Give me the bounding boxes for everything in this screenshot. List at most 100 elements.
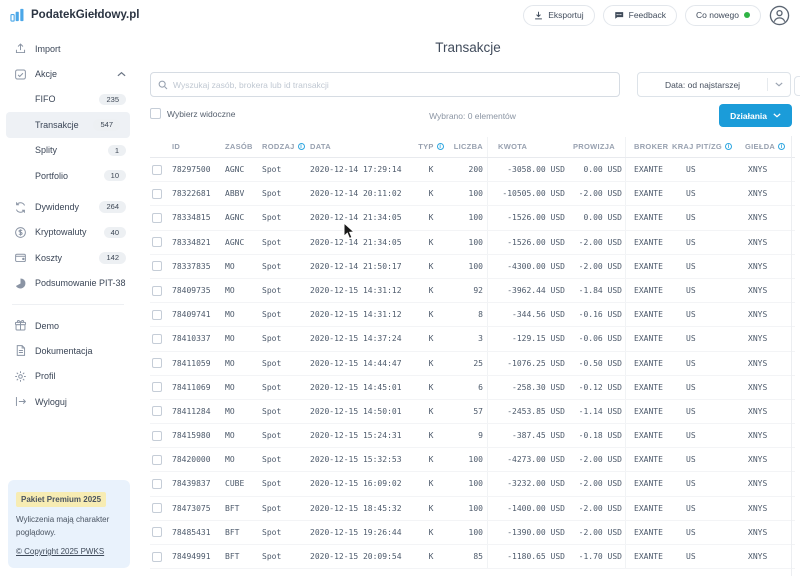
cell-kraj-pit-zg: US — [670, 206, 738, 229]
cell-gie-da: XNYS — [738, 255, 795, 278]
chevron-down-icon — [773, 113, 781, 118]
user-avatar[interactable] — [769, 5, 790, 26]
sidebar-item-podsumowanie-pit38[interactable]: Podsumowanie PIT-38 — [0, 271, 136, 296]
column-header-rodzaj[interactable]: RODZAJi — [258, 137, 305, 157]
search-input[interactable] — [173, 80, 612, 90]
cell-gie-da: XNYS — [738, 545, 795, 568]
info-icon[interactable]: i — [725, 143, 732, 150]
row-checkbox[interactable] — [152, 431, 162, 441]
cell-liczba: 85 — [447, 545, 487, 568]
cell-rodzaj: Spot — [258, 400, 305, 423]
row-checkbox[interactable] — [152, 527, 162, 537]
actions-button[interactable]: Działania — [719, 104, 792, 127]
cell-data: 2020-12-15 15:32:53 — [305, 448, 415, 471]
column-header-typ[interactable]: TYPi — [415, 137, 447, 157]
select-visible-control[interactable]: Wybierz widoczne — [150, 108, 235, 119]
cell-data: 2020-12-15 19:26:44 — [305, 521, 415, 544]
select-visible-checkbox[interactable] — [150, 108, 161, 119]
table-row: 78322681ABBVSpot2020-12-14 20:11:02K100-… — [150, 182, 795, 206]
scrollbar-track[interactable] — [791, 136, 792, 576]
cell-kwota: -3232.00 USD — [487, 472, 570, 495]
copyright-link[interactable]: © Copyright 2025 PWKS — [16, 547, 104, 556]
row-checkbox[interactable] — [152, 189, 162, 199]
sidebar-item-wyloguj[interactable]: Wyloguj — [0, 389, 136, 414]
cell-rodzaj: Spot — [258, 424, 305, 447]
cell-kraj-pit-zg: US — [670, 376, 738, 399]
row-checkbox[interactable] — [152, 310, 162, 320]
column-header-liczba[interactable]: LICZBA — [447, 137, 487, 157]
cell-liczba: 100 — [447, 255, 487, 278]
count-badge: 10 — [104, 170, 126, 182]
sidebar: Import Akcje FIFO 235 Transakcje 547 S — [0, 30, 136, 578]
cell-typ: K — [415, 255, 447, 278]
sidebar-item-fifo[interactable]: FIFO 235 — [0, 87, 136, 112]
sidebar-item-transakcje[interactable]: Transakcje 547 — [6, 112, 130, 137]
table-row: 78409735MOSpot2020-12-15 14:31:12K92-396… — [150, 279, 795, 303]
cell-broker: EXANTE — [625, 448, 670, 471]
column-header-prowizja[interactable]: PROWIZJA — [570, 137, 625, 157]
cell-typ: K — [415, 231, 447, 254]
sort-dropdown-value: Data: od najstarszej — [638, 80, 767, 90]
cell-kwota: -258.30 USD — [487, 376, 570, 399]
row-checkbox[interactable] — [152, 503, 162, 513]
sidebar-item-kryptowaluty[interactable]: Kryptowaluty 40 — [0, 220, 136, 245]
cell-rodzaj: Spot — [258, 158, 305, 181]
column-header-kwota[interactable]: KWOTA — [487, 137, 570, 157]
sidebar-item-portfolio[interactable]: Portfolio 10 — [0, 163, 136, 188]
cell-prowizja: -0.16 USD — [570, 303, 625, 326]
row-checkbox[interactable] — [152, 237, 162, 247]
table-row: 78337835MOSpot2020-12-14 21:50:17K100-43… — [150, 255, 795, 279]
cell-prowizja: -1.70 USD — [570, 545, 625, 568]
sidebar-item-akcje[interactable]: Akcje — [0, 61, 136, 86]
info-icon[interactable]: i — [298, 143, 305, 150]
sidebar-item-dokumentacja[interactable]: Dokumentacja — [0, 338, 136, 363]
sidebar-item-dywidendy[interactable]: Dywidendy 264 — [0, 194, 136, 219]
row-checkbox[interactable] — [152, 261, 162, 271]
row-checkbox[interactable] — [152, 406, 162, 416]
cell-rodzaj: Spot — [258, 545, 305, 568]
cell-data: 2020-12-15 18:45:32 — [305, 497, 415, 520]
cutoff-dropdown-fragment — [794, 76, 800, 96]
download-icon — [534, 11, 543, 20]
main-content: Transakcje Data: od najstarszej Wybrano:… — [136, 30, 800, 578]
cell-zas-b: MO — [222, 303, 258, 326]
wallet-icon — [14, 251, 27, 264]
app-logo[interactable]: PodatekGiełdowy.pl — [10, 8, 139, 22]
column-header-gie-da[interactable]: GIEŁDAi — [738, 137, 795, 157]
table-row: 78420000MOSpot2020-12-15 15:32:53K100-42… — [150, 448, 795, 472]
cell-gie-da: XNYS — [738, 231, 795, 254]
row-checkbox[interactable] — [152, 213, 162, 223]
rotate-icon — [14, 201, 27, 214]
column-header-data[interactable]: DATA — [305, 137, 415, 157]
info-icon[interactable]: i — [437, 143, 444, 150]
column-header-id[interactable]: ID — [170, 137, 222, 157]
row-checkbox[interactable] — [152, 334, 162, 344]
sidebar-item-demo[interactable]: Demo — [0, 313, 136, 338]
row-checkbox[interactable] — [152, 358, 162, 368]
row-checkbox[interactable] — [152, 165, 162, 175]
cell-kwota: -344.56 USD — [487, 303, 570, 326]
row-checkbox[interactable] — [152, 455, 162, 465]
cell-id: 78410337 — [170, 327, 222, 350]
row-checkbox[interactable] — [152, 382, 162, 392]
column-header-zas-b[interactable]: ZASÓB — [222, 137, 258, 157]
feedback-button[interactable]: Feedback — [603, 5, 677, 26]
column-header-broker[interactable]: BROKER — [625, 137, 670, 157]
cell-kraj-pit-zg: US — [670, 158, 738, 181]
row-checkbox[interactable] — [152, 479, 162, 489]
export-button[interactable]: Eksportuj — [523, 5, 594, 26]
sidebar-item-profil[interactable]: Profil — [0, 364, 136, 389]
row-checkbox[interactable] — [152, 552, 162, 562]
cell-rodzaj: Spot — [258, 279, 305, 302]
sidebar-item-splity[interactable]: Splity 1 — [0, 138, 136, 163]
cell-liczba: 200 — [447, 158, 487, 181]
cell-rodzaj: Spot — [258, 448, 305, 471]
sidebar-item-koszty[interactable]: Koszty 142 — [0, 245, 136, 270]
sidebar-item-import[interactable]: Import — [0, 36, 136, 61]
sort-dropdown[interactable]: Data: od najstarszej — [637, 72, 791, 97]
column-header-kraj-pit-zg[interactable]: KRAJ PIT/ZGi — [670, 137, 738, 157]
info-icon[interactable]: i — [778, 143, 785, 150]
cell-kwota: -4300.00 USD — [487, 255, 570, 278]
row-checkbox[interactable] — [152, 286, 162, 296]
whats-new-button[interactable]: Co nowego — [685, 5, 761, 26]
